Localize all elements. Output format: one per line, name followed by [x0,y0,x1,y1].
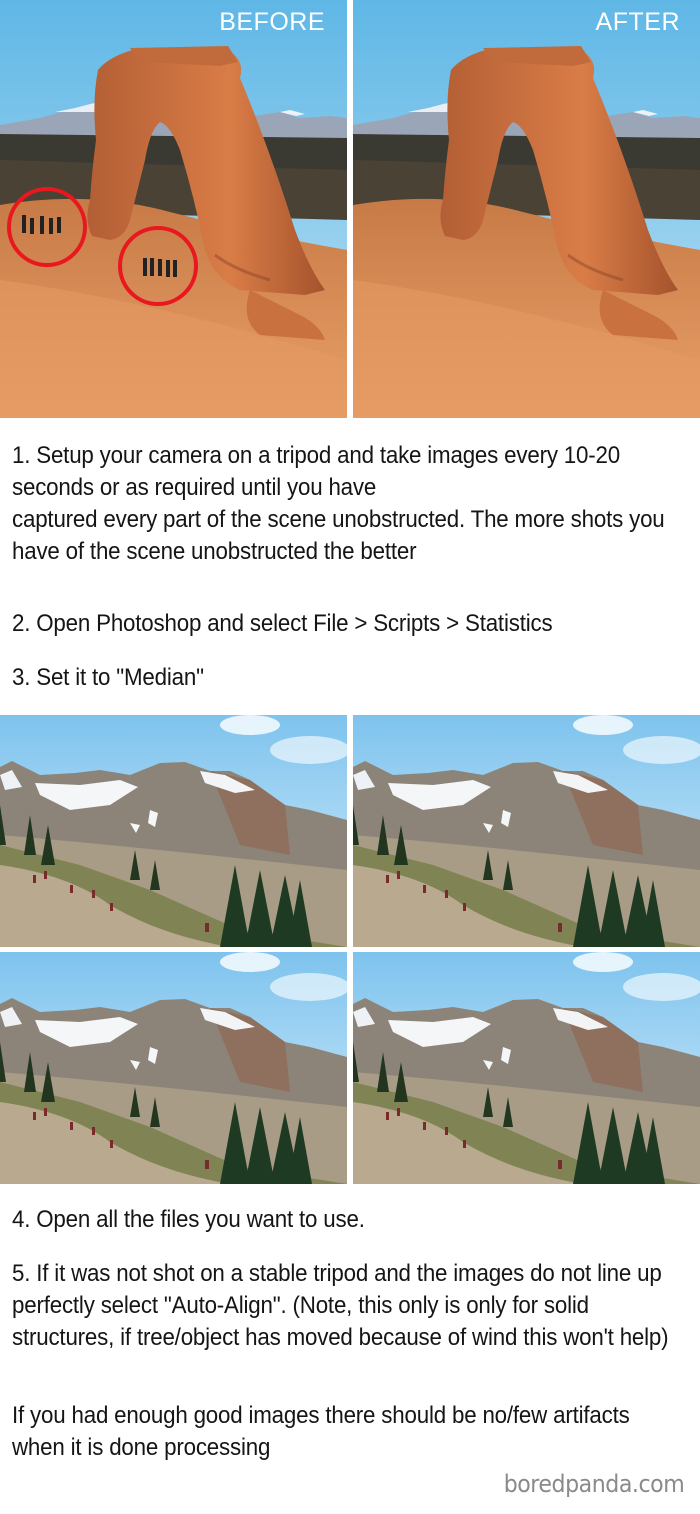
after-photo: AFTER [353,0,700,418]
before-label: BEFORE [219,8,325,36]
trail-image [0,715,347,947]
trail-image [0,952,347,1184]
step-1-line-b: captured every part of the scene unobstr… [12,506,665,565]
before-photo: BEFORE [0,0,347,418]
step-4-text: 4. Open all the files you want to use. [12,1206,365,1233]
after-label: AFTER [595,8,680,36]
step-2-text: 2. Open Photoshop and select File > Scri… [12,610,553,637]
sample-photo-2 [353,715,700,947]
watermark: boredpanda.com [503,1470,684,1498]
step-3-text: 3. Set it to "Median" [12,664,204,691]
step-5-text: 5. If it was not shot on a stable tripod… [12,1260,669,1351]
sample-photo-3 [0,952,347,1184]
conclusion-text: If you had enough good images there shou… [12,1402,630,1461]
sample-photo-1 [0,715,347,947]
trail-image [353,952,700,1184]
arch-before-image [0,0,347,418]
sample-photo-4 [353,952,700,1184]
arch-after-image [353,0,700,418]
step-1-line-a: 1. Setup your camera on a tripod and tak… [12,442,620,501]
trail-image [353,715,700,947]
step-1-text: 1. Setup your camera on a tripod and tak… [12,440,691,568]
